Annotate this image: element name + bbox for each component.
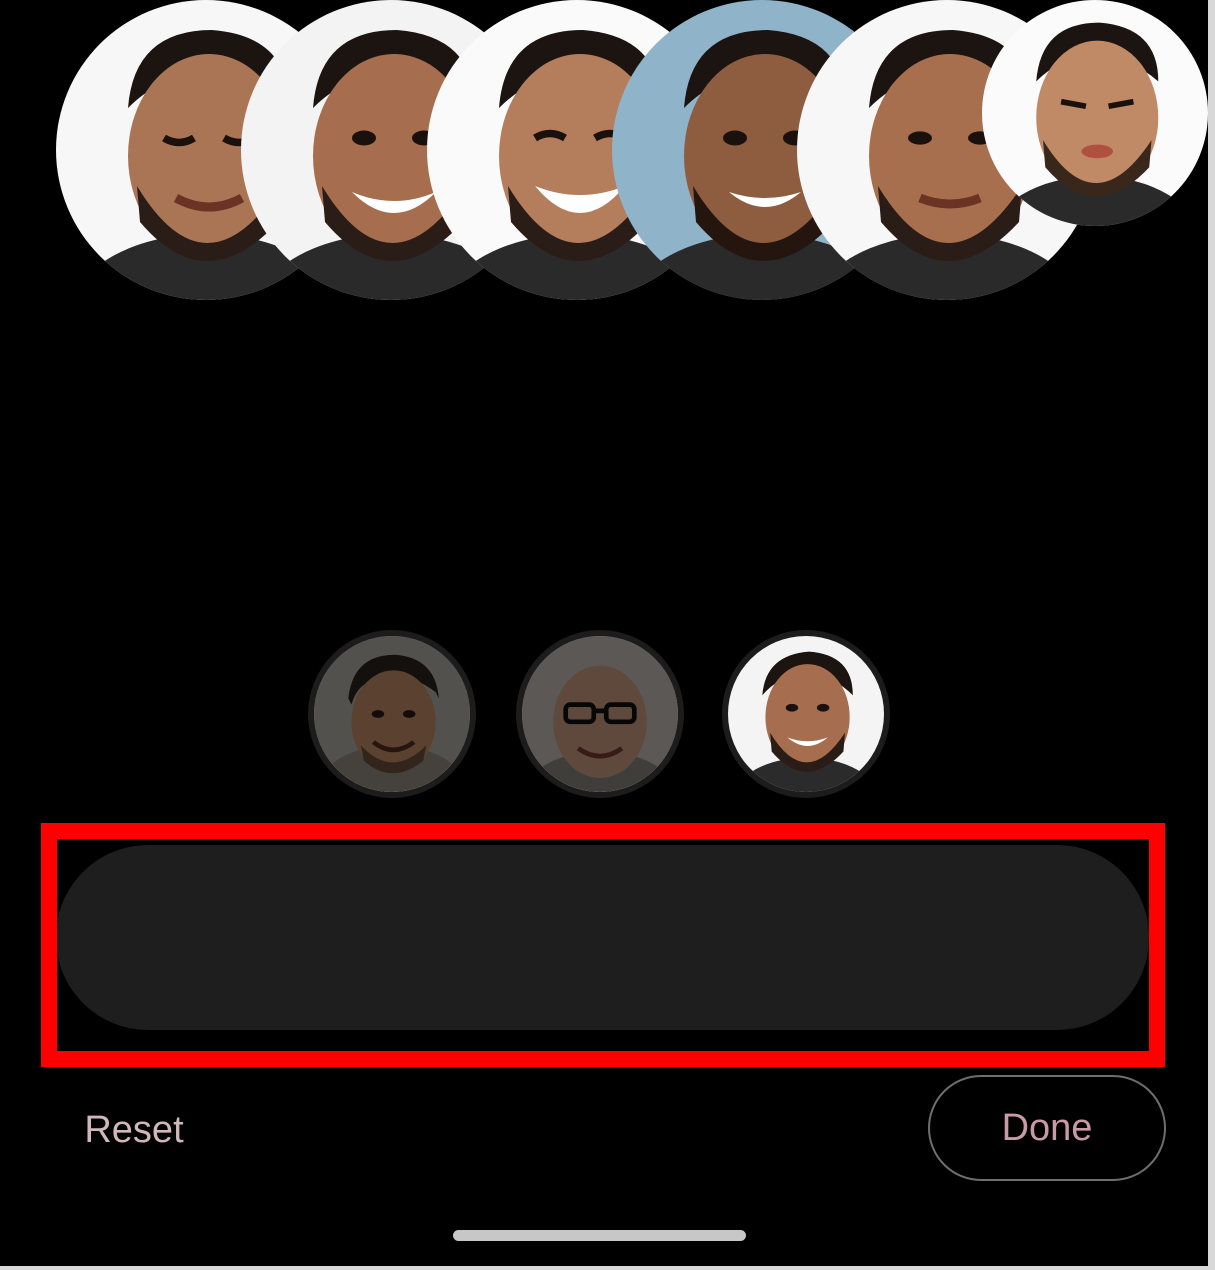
expression-option-6[interactable]: [982, 0, 1208, 226]
person-avatar-2[interactable]: [516, 630, 684, 798]
photo-editor-screen: Reset Done: [0, 0, 1208, 1266]
person-avatar-3[interactable]: [722, 630, 890, 798]
person-face-3-icon: [728, 636, 884, 792]
highlight-annotation: [41, 823, 1165, 1067]
person-face-1-icon: [314, 636, 470, 792]
home-indicator[interactable]: [453, 1230, 746, 1241]
window-frame-bottom: [0, 1266, 1215, 1270]
face-squint-icon: [982, 0, 1208, 226]
reset-button[interactable]: Reset: [64, 1095, 204, 1165]
window-frame-right: [1208, 0, 1215, 1270]
person-avatar-1[interactable]: [308, 630, 476, 798]
person-face-2-icon: [522, 636, 678, 792]
done-button[interactable]: Done: [928, 1075, 1166, 1181]
